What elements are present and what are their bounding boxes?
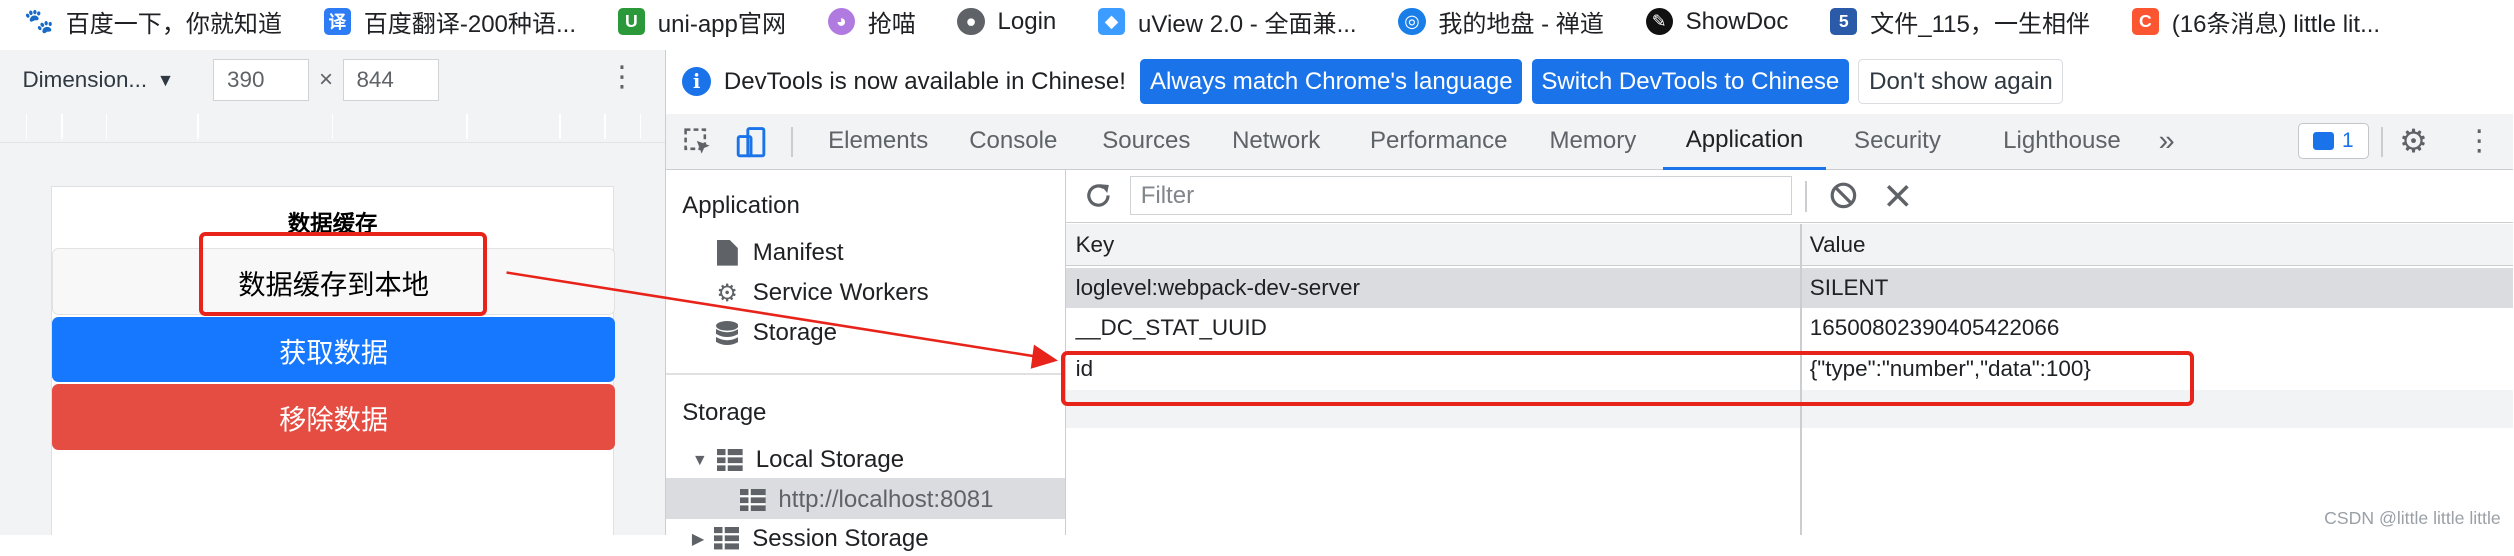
- csdn-watermark: CSDN @little little little: [2324, 507, 2501, 528]
- annotation-arrow: [506, 271, 1058, 369]
